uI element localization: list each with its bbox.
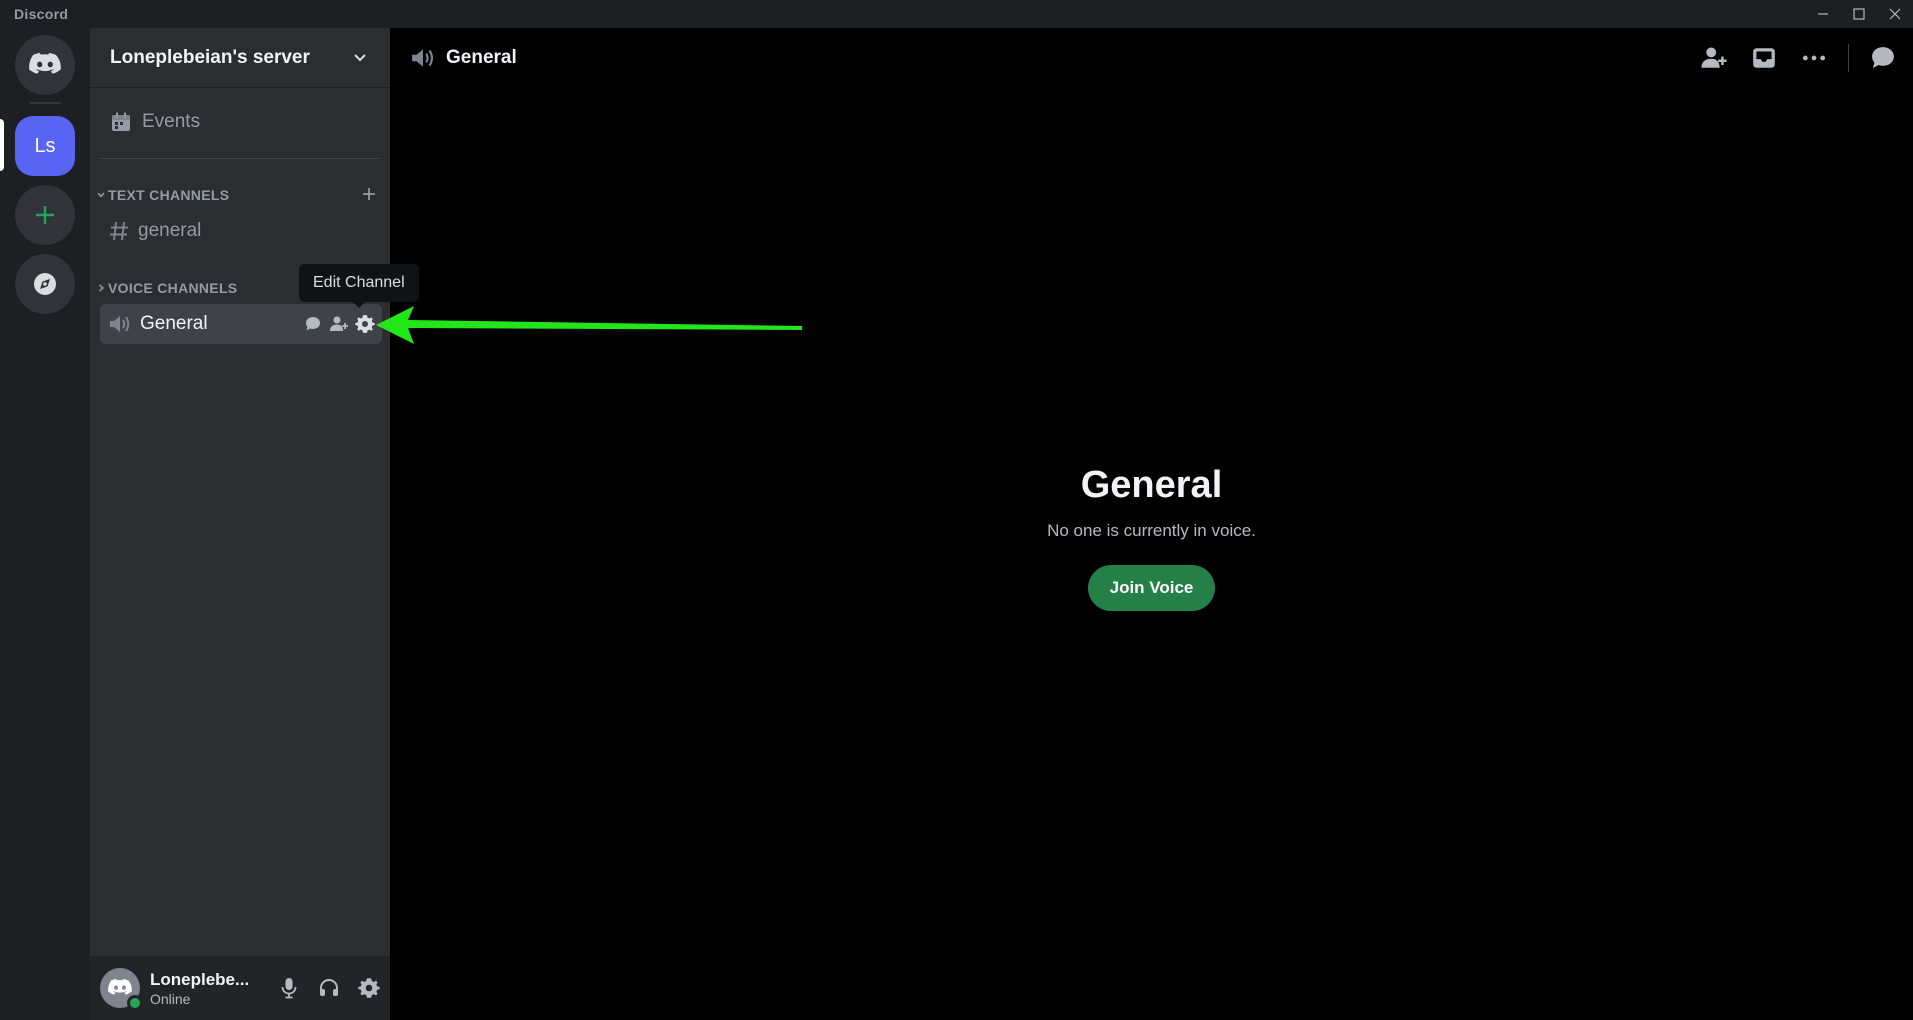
mute-button[interactable]	[272, 971, 306, 1005]
microphone-icon	[281, 978, 297, 999]
divider	[100, 158, 380, 159]
close-icon	[1889, 8, 1901, 20]
channel-sidebar: Loneplebeian's server Events TEXT CHANNE…	[90, 28, 390, 1020]
chat-bubble-icon	[1872, 47, 1894, 69]
user-panel: Loneplebe... Online	[90, 956, 390, 1020]
rail-separator	[29, 102, 61, 104]
add-server-button[interactable]	[15, 185, 75, 245]
edit-channel-tooltip: Edit Channel	[299, 264, 419, 308]
more-options-button[interactable]	[1798, 42, 1830, 74]
inbox-button[interactable]	[1748, 42, 1780, 74]
server-loneplebeian[interactable]: Ls	[15, 116, 75, 176]
server-rail: Ls	[0, 28, 90, 1020]
active-server-indicator	[0, 119, 4, 171]
channel-general-voice[interactable]: General	[100, 304, 382, 344]
invite-button[interactable]	[1698, 42, 1730, 74]
maximize-icon	[1853, 8, 1865, 20]
user-name: Loneplebe...	[150, 969, 250, 989]
events-label: Events	[142, 111, 201, 132]
header-toolbar	[1698, 28, 1899, 88]
speaker-icon	[412, 49, 434, 67]
user-settings-button[interactable]	[352, 971, 386, 1005]
plus-icon	[36, 206, 54, 224]
open-chat-button[interactable]	[302, 313, 324, 335]
chevron-down-icon	[354, 53, 366, 61]
channel-title: General	[446, 47, 517, 68]
channel-general-text[interactable]: general	[100, 211, 382, 251]
avatar[interactable]	[100, 968, 143, 1011]
events-item[interactable]: Events	[100, 100, 380, 144]
minimize-icon	[1818, 13, 1828, 15]
server-header[interactable]: Loneplebeian's server	[90, 28, 390, 88]
invite-button[interactable]	[328, 313, 350, 335]
speaker-icon	[110, 316, 130, 332]
main-content: General General No one is currently in v…	[390, 28, 1913, 1020]
user-controls	[272, 971, 386, 1005]
plus-icon	[363, 187, 375, 200]
channel-header: General	[390, 28, 1913, 88]
discord-logo-icon	[108, 979, 132, 995]
close-button[interactable]	[1877, 0, 1913, 28]
category-text-channels[interactable]: TEXT CHANNELS	[94, 185, 384, 205]
join-voice-button[interactable]: Join Voice	[1087, 565, 1216, 611]
annotation-arrow-icon	[376, 306, 802, 344]
server-initials: Ls	[34, 134, 56, 157]
chevron-down-icon	[94, 190, 108, 200]
title-bar: Discord	[0, 0, 1913, 28]
discord-logo-icon	[29, 53, 61, 74]
deafen-button[interactable]	[312, 971, 346, 1005]
more-dots-icon	[1802, 55, 1826, 61]
app-title: Discord	[14, 6, 69, 22]
create-channel-button[interactable]	[362, 187, 376, 204]
voice-status-text: No one is currently in voice.	[1047, 521, 1256, 540]
channel-name: General	[140, 313, 208, 334]
compass-icon	[34, 273, 56, 295]
minimize-button[interactable]	[1805, 0, 1841, 28]
gear-icon	[358, 978, 380, 998]
discover-button[interactable]	[15, 254, 75, 314]
inbox-icon	[1753, 48, 1775, 68]
chat-bubble-icon	[306, 317, 320, 331]
window-controls	[1805, 0, 1913, 28]
show-chat-button[interactable]	[1867, 42, 1899, 74]
headphones-icon	[320, 978, 338, 996]
user-info[interactable]: Loneplebe... Online	[150, 970, 260, 1007]
voice-empty-state: General No one is currently in voice. Jo…	[390, 464, 1913, 611]
category-label: VOICE CHANNELS	[108, 280, 238, 296]
voice-channel-title: General	[1080, 464, 1223, 506]
channel-name: general	[138, 220, 202, 241]
divider	[1848, 44, 1849, 72]
online-status-dot	[127, 995, 143, 1011]
add-user-icon	[1701, 47, 1727, 68]
maximize-button[interactable]	[1841, 0, 1877, 28]
server-name: Loneplebeian's server	[110, 46, 310, 68]
chevron-right-icon	[94, 283, 108, 293]
add-user-icon	[330, 316, 348, 331]
category-label: TEXT CHANNELS	[108, 187, 230, 203]
hashtag-icon	[110, 221, 128, 241]
user-status: Online	[150, 990, 191, 1007]
calendar-icon	[112, 112, 130, 131]
home-button[interactable]	[15, 35, 75, 95]
